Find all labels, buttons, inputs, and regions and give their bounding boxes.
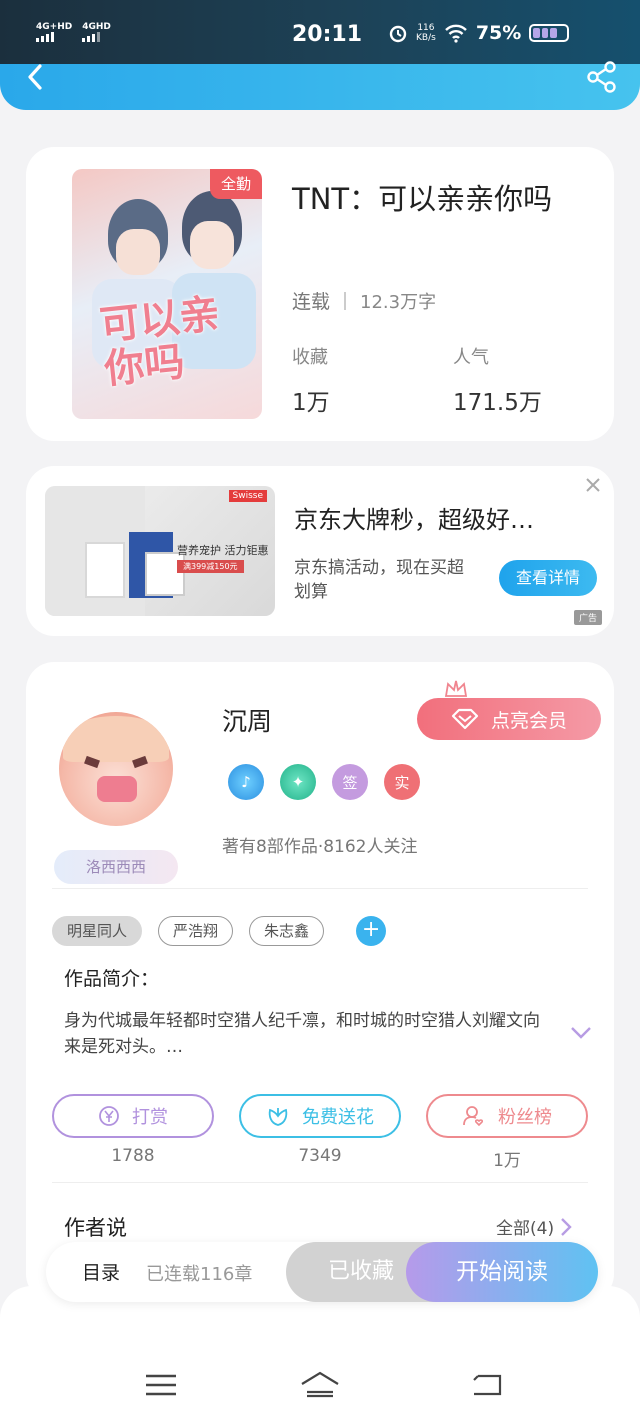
reward-action: 打赏 1788 — [52, 1094, 214, 1171]
user-heart-icon — [463, 1106, 484, 1127]
ad-card[interactable]: Swisse 营养宠护 活力钜惠 满399减150元 京东大牌秒，超级好… 京东… — [26, 466, 614, 636]
system-nav-bar — [0, 1286, 640, 1422]
back-arrow-icon[interactable] — [18, 64, 54, 94]
tag-item[interactable]: 朱志鑫 — [249, 916, 325, 946]
wifi-icon — [444, 24, 467, 43]
flower-count: 7349 — [298, 1146, 342, 1166]
share-icon[interactable] — [584, 60, 620, 94]
intro-label: 作品简介： — [64, 968, 160, 990]
author-badges: ♪ ✦ 签 实 — [228, 764, 420, 800]
chapter-count[interactable]: 已连载116章 — [146, 1260, 252, 1286]
full-attendance-badge: 全勤 — [210, 169, 262, 199]
book-cover-image[interactable]: 可以亲 你吗 全勤 — [72, 169, 262, 419]
tag-item[interactable]: 明星同人 — [52, 916, 143, 946]
fan-rank-action: 粉丝榜 1万 — [426, 1094, 588, 1171]
reward-button[interactable]: 打赏 — [52, 1094, 214, 1138]
home-icon[interactable] — [300, 1370, 340, 1400]
ad-label: 广告 — [573, 610, 602, 625]
battery-icon — [529, 24, 570, 42]
verified-badge[interactable]: 实 — [384, 764, 420, 800]
fan-rank-count: 1万 — [493, 1151, 521, 1171]
tag-list: 明星同人 严浩翔 朱志鑫 + — [52, 916, 387, 946]
word-count: 12.3万字 — [360, 291, 437, 313]
signal-indicators: 4G+HD 4GHD — [36, 22, 111, 42]
alarm-icon — [389, 25, 407, 43]
sign-badge[interactable]: 签 — [332, 764, 368, 800]
ad-title: 京东大牌秒，超级好… — [294, 506, 534, 534]
status-right: 116 KB/s 75% — [388, 22, 570, 44]
action-buttons: 打赏 1788 免费送花 7349 粉丝榜 1万 — [52, 1094, 588, 1171]
signal-2: 4GHD — [82, 22, 111, 42]
author-says-all-link[interactable]: 全部(4) — [496, 1214, 572, 1239]
serial-status: 连载 — [292, 291, 331, 313]
activate-vip-button[interactable]: 点亮会员 — [417, 698, 601, 740]
clock: 20:11 — [292, 22, 363, 47]
diamond-icon — [451, 708, 479, 730]
fan-rank-button[interactable]: 粉丝榜 — [426, 1094, 588, 1138]
favorites-stat: 收藏 1万 — [292, 347, 330, 416]
net-speed: 116 KB/s — [416, 23, 436, 43]
author-name[interactable]: 沉周 — [222, 702, 272, 738]
book-meta: 连载 12.3万字 — [292, 287, 436, 314]
book-info-card: 可以亲 你吗 全勤 TNT：可以亲亲你吗 连载 12.3万字 收藏 1万 人气 1… — [26, 147, 614, 441]
author-works-info: 著有8部作品·8162人关注 — [222, 837, 418, 857]
chevron-down-icon[interactable] — [570, 1026, 592, 1040]
ad-details-button[interactable]: 查看详情 — [499, 560, 597, 596]
book-title: TNT：可以亲亲你吗 — [292, 182, 553, 216]
ad-image[interactable]: Swisse 营养宠护 活力钜惠 满399减150元 — [45, 486, 275, 616]
status-bar: 4G+HD 4GHD 20:11 116 KB/s 75% — [0, 0, 640, 64]
divider — [52, 1182, 588, 1183]
start-reading-button[interactable]: 开始阅读 — [406, 1242, 598, 1302]
bottom-action-bar: 目录 已连载116章 已收藏 开始阅读 — [46, 1242, 598, 1302]
tag-item[interactable]: 严浩翔 — [158, 916, 234, 946]
yuan-coin-icon — [99, 1106, 119, 1126]
battery-percent: 75% — [475, 22, 522, 44]
signal-bars-icon — [82, 32, 101, 42]
crown-icon — [444, 680, 468, 697]
close-icon[interactable] — [582, 474, 604, 496]
popularity-stat: 人气 171.5万 — [453, 347, 542, 416]
author-info-card: 洛西西西 沉周 点亮会员 ♪ ✦ 签 实 著有8部作品·8162人关注 明星同人… — [26, 662, 614, 1302]
flower-icon — [268, 1108, 288, 1126]
ad-description: 京东搞活动，现在买超划算 — [294, 558, 464, 602]
flower-action: 免费送花 7349 — [239, 1094, 401, 1171]
handshake-medal-icon[interactable]: ✦ — [280, 764, 316, 800]
author-says-heading: 作者说 — [64, 1216, 127, 1240]
intro-text: 身为代城最年轻都时空猎人纪千凛，和时城的时空猎人刘耀文向来是死对头。… — [64, 1011, 540, 1057]
music-medal-icon[interactable]: ♪ — [228, 764, 264, 800]
signal-bars-icon — [36, 32, 54, 42]
back-nav-icon[interactable] — [468, 1370, 508, 1400]
divider — [52, 888, 588, 889]
send-flower-button[interactable]: 免费送花 — [239, 1094, 401, 1138]
chevron-right-icon — [561, 1217, 572, 1236]
add-tag-button[interactable]: + — [356, 916, 387, 946]
menu-icon[interactable] — [142, 1370, 182, 1400]
author-avatar[interactable] — [59, 712, 173, 826]
table-of-contents-button[interactable]: 目录 — [82, 1258, 120, 1285]
fan-group-badge[interactable]: 洛西西西 — [54, 850, 178, 884]
top-nav-bar — [0, 61, 640, 110]
reward-count: 1788 — [111, 1146, 155, 1166]
cover-title-art: 可以亲 你吗 — [97, 290, 222, 394]
signal-1: 4G+HD — [36, 22, 72, 42]
